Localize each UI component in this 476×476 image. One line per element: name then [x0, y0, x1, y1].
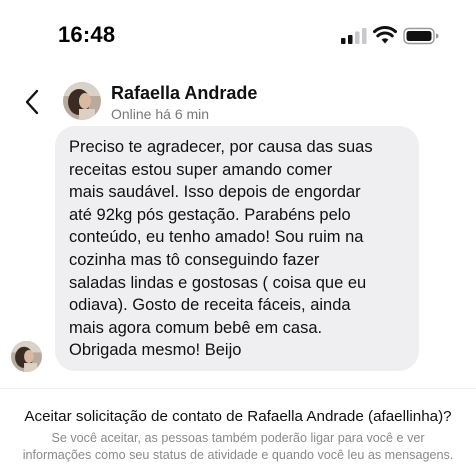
contact-status: Online há 6 min — [111, 106, 210, 122]
sender-avatar — [11, 341, 42, 372]
cellular-signal-icon — [341, 28, 367, 44]
chat-header: Rafaella Andrade Online há 6 min — [0, 74, 476, 130]
wifi-icon — [373, 26, 397, 44]
status-time: 16:48 — [58, 22, 116, 47]
divider — [0, 388, 476, 389]
contact-name[interactable]: Rafaella Andrade — [111, 83, 257, 104]
battery-icon — [403, 27, 439, 45]
contact-request-description: Se você aceitar, as pessoas também poder… — [22, 431, 454, 462]
chevron-left-icon[interactable] — [22, 88, 44, 116]
contact-request-title: Aceitar solicitação de contato de Rafael… — [24, 408, 452, 425]
message-bubble[interactable]: Preciso te agradecer, por causa das suas… — [55, 126, 419, 371]
avatar[interactable] — [63, 82, 101, 120]
status-bar: 16:48 — [0, 0, 476, 70]
message-text: Preciso te agradecer, por causa das suas… — [69, 138, 373, 360]
